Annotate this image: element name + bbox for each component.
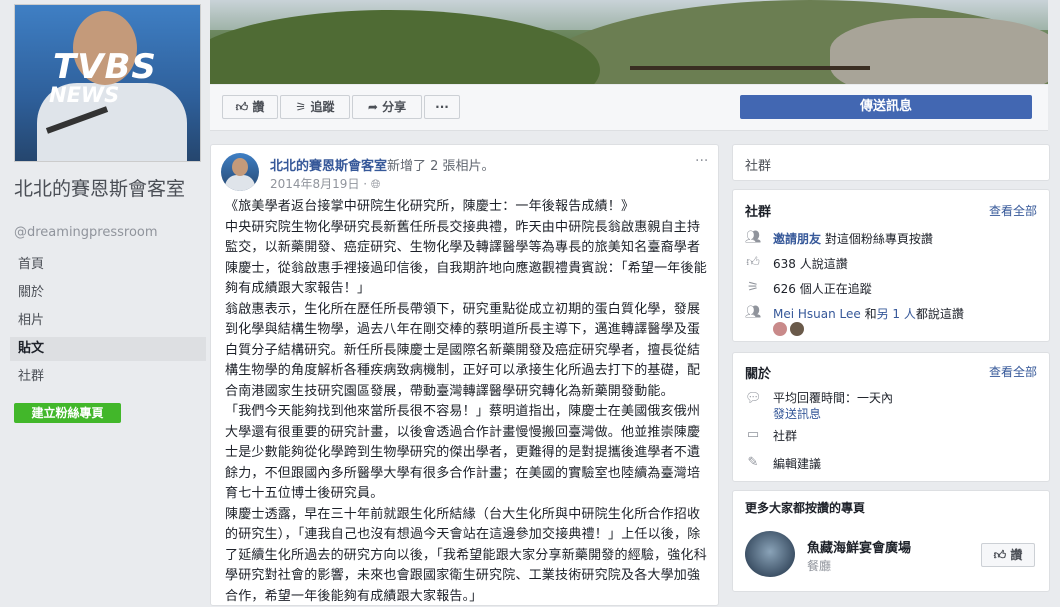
cover-walkway [630,66,870,70]
sidebar-item-photos[interactable]: 相片 [10,309,206,333]
suggested-like-button[interactable]: 👍︎ 讚 [981,543,1035,567]
post-activity-text: 新增了 2 張相片。 [387,159,495,174]
post-paragraph: 中央研究院生物化學研究長新舊任所長交接典禮，昨天由中研院長翁啟惠親自主持監交，以… [225,218,711,300]
post-options-button[interactable]: ··· [695,153,708,169]
tvbs-news-logo: TVBS NEWS [35,45,185,115]
friend-avatar[interactable] [790,322,804,336]
suggest-edits-link[interactable]: 編輯建議 [773,455,821,472]
sidebar-item-about[interactable]: 關於 [10,281,206,305]
page-handle[interactable]: @dreamingpressroom [14,225,158,240]
community-header-card[interactable]: 社群 [732,144,1050,181]
invite-friends-text: 對這個粉絲專頁按讚 [821,232,933,246]
post-paragraph: 「我們今天能夠找到他來當所長很不容易！」蔡明道指出，陳慶士在美國俄亥俄州大學還有… [225,402,711,505]
likes-count: 638 人說這讚 [773,255,848,272]
post-paragraph: 陳慶士透露，早在三十年前就跟生化所結緣（台大生化所與中研院生化所合作招收的研究生… [225,505,711,607]
community-header-title: 社群 [745,155,771,174]
sidebar-item-home[interactable]: 首頁 [10,253,206,277]
page-title: 北北的賽恩斯會客室 [14,176,204,202]
profile-picture[interactable]: TVBS NEWS [14,4,201,162]
friend-name-link[interactable]: Mei Hsuan Lee [773,307,861,321]
friends-like-icon: 👥︎ [745,305,761,321]
response-time: 平均回覆時間：一天內 [773,389,893,406]
messenger-icon: 💬︎ [745,391,761,407]
post-paragraph: 《旅美學者返台接掌中研院生化研究所，陳慶士：一年後報告成績！》 [225,197,711,218]
post-card: 北北的賽恩斯會客室新增了 2 張相片。 2014年8月19日 · 🌐︎ ··· … [210,144,719,606]
friend-and-text: 和 [861,307,877,321]
post-paragraph: 翁啟惠表示，生化所在歷任所長帶領下，研究重點從成立初期的蛋白質化學，發展到化學與… [225,300,711,403]
share-arrow-icon: ➦ [368,100,378,114]
globe-icon: 🌐︎ [371,177,381,191]
invite-friends-row: 邀請朋友 對這個粉絲專頁按讚 [773,230,933,247]
follows-count: 626 個人正在追蹤 [773,280,872,297]
like-button[interactable]: 👍︎ 讚 [222,95,278,119]
community-box-icon: ▭ [745,427,761,443]
thumbs-up-icon: 👍︎ [745,255,761,271]
thumbs-up-icon: 👍︎ [994,548,1007,562]
suggested-page-name[interactable]: 魚藏海鮮宴會廣場 [807,537,911,556]
follow-button[interactable]: ⚞ 追蹤 [280,95,350,119]
about-community-link[interactable]: 社群 [773,427,797,444]
suggested-page-avatar[interactable] [745,531,795,577]
friends-like-row: Mei Hsuan Lee 和另 1 人都說這讚 [773,305,964,322]
sidebar-item-posts[interactable]: 貼文 [10,337,206,361]
about-card: 關於 查看全部 💬︎ 平均回覆時間：一天內 發送訊息 ▭ 社群 ✎ 編輯建議 [732,352,1050,482]
invite-friends-icon: 👥︎ [745,230,761,246]
more-button[interactable]: ··· [424,95,460,119]
page-action-bar: 👍︎ 讚 ⚞ 追蹤 ➦ 分享 ··· 傳送訊息 [210,85,1048,131]
avatar-body [225,175,255,191]
suggested-page-category: 餐廳 [807,557,831,574]
create-page-button[interactable]: 建立粉絲專頁 [14,403,121,423]
logo-sub-text: NEWS [49,83,119,107]
friend-like-text: 都說這讚 [916,307,964,321]
suggested-pages-card: 更多大家都按讚的專頁 魚藏海鮮宴會廣場 餐廳 👍︎ 讚 [732,490,1050,592]
friend-avatar[interactable] [773,322,787,336]
post-body: 《旅美學者返台接掌中研院生化研究所，陳慶士：一年後報告成績！》 中央研究院生物化… [225,197,711,607]
about-see-all-link[interactable]: 查看全部 [989,363,1037,380]
like-label: 讚 [252,100,264,114]
post-header: 北北的賽恩斯會客室新增了 2 張相片。 [270,155,495,174]
sidebar-item-community[interactable]: 社群 [10,365,206,389]
post-author-name[interactable]: 北北的賽恩斯會客室 [270,159,387,174]
post-date-text: 2014年8月19日 · [270,177,371,191]
thumbs-up-icon: 👍︎ [236,100,249,114]
community-see-all-link[interactable]: 查看全部 [989,202,1037,219]
share-button[interactable]: ➦ 分享 [352,95,422,119]
avatar-face [232,158,248,176]
share-label: 分享 [382,100,406,114]
friend-avatars [773,321,807,336]
invite-friends-link[interactable]: 邀請朋友 [773,232,821,246]
rss-icon: ⚞ [745,280,761,296]
about-card-title: 關於 [745,363,771,382]
post-author-avatar[interactable] [221,153,259,191]
pencil-icon: ✎ [745,455,761,471]
suggested-like-label: 讚 [1010,548,1022,562]
post-timestamp[interactable]: 2014年8月19日 · 🌐︎ [270,175,381,192]
cover-rock [830,18,1048,84]
follow-label: 追蹤 [310,100,334,114]
suggested-pages-title: 更多大家都按讚的專頁 [745,499,865,516]
rss-icon: ⚞ [296,100,307,114]
friend-others-link[interactable]: 另 1 人 [877,307,916,321]
logo-main-text: TVBS [53,47,157,87]
cover-photo[interactable] [210,0,1048,84]
send-message-link[interactable]: 發送訊息 [773,405,821,422]
community-card-title: 社群 [745,201,771,220]
send-message-button[interactable]: 傳送訊息 [740,95,1032,119]
community-card: 社群 查看全部 👥︎ 邀請朋友 對這個粉絲專頁按讚 👍︎ 638 人說這讚 ⚞ … [732,189,1050,342]
